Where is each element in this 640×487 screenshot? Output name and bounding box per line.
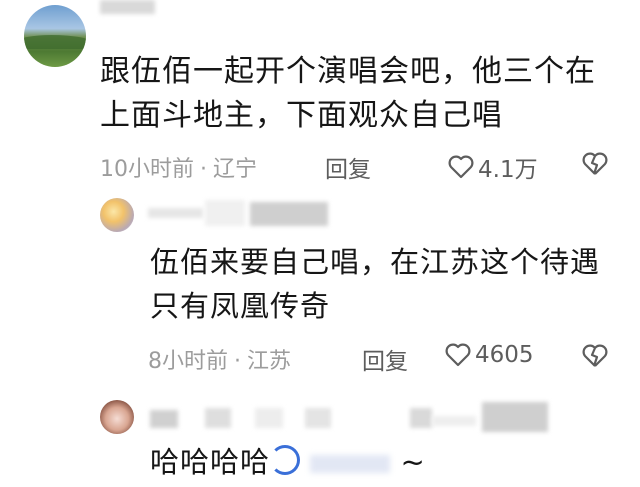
blurred-username: [432, 416, 476, 426]
heart-icon: [445, 343, 471, 367]
like-button[interactable]: 4605: [445, 342, 534, 368]
like-count: 4605: [475, 342, 534, 368]
comment-text: 跟伍佰一起开个演唱会吧，他三个在上面斗地主，下面观众自己唱: [100, 54, 596, 133]
blurred-username: [205, 200, 245, 226]
emoji-icon: [270, 445, 301, 475]
blurred-username: [255, 408, 283, 428]
blurred-username: [482, 402, 548, 432]
meta-separator: ·: [234, 349, 241, 374]
blurred-username: [250, 202, 328, 226]
blurred-mention: [310, 455, 391, 473]
avatar[interactable]: [100, 198, 134, 232]
comment-location: 辽宁: [213, 157, 258, 182]
broken-heart-icon[interactable]: [582, 344, 608, 368]
comment-meta: 10小时前 · 辽宁: [100, 151, 257, 183]
blurred-username: [150, 410, 178, 428]
avatar[interactable]: [100, 400, 134, 434]
reply-text: 哈哈哈哈 ~: [150, 440, 426, 484]
reply-button[interactable]: 回复: [325, 150, 371, 184]
reply-location: 江苏: [247, 349, 292, 374]
blurred-username: [148, 208, 203, 218]
heart-icon: [448, 155, 474, 179]
blurred-username: [100, 0, 155, 14]
reply-meta: 8小时前 · 江苏: [148, 343, 291, 375]
blurred-username: [305, 408, 331, 428]
reply-text-laugh: 哈哈哈哈: [150, 445, 271, 479]
reply-time: 8小时前: [148, 349, 228, 374]
meta-separator: ·: [200, 157, 207, 182]
reply-button[interactable]: 回复: [362, 342, 408, 376]
reply-text-tail: ~: [400, 445, 426, 479]
avatar[interactable]: [24, 5, 86, 67]
blurred-username: [410, 408, 432, 428]
blurred-username: [205, 408, 231, 428]
like-count: 4.1万: [478, 157, 538, 183]
comment-time: 10小时前: [100, 157, 194, 182]
reply-text: 伍佰来要自己唱，在江苏这个待遇只有凤凰传奇: [150, 245, 601, 323]
broken-heart-icon[interactable]: [582, 152, 608, 176]
like-button[interactable]: 4.1万: [448, 150, 538, 184]
